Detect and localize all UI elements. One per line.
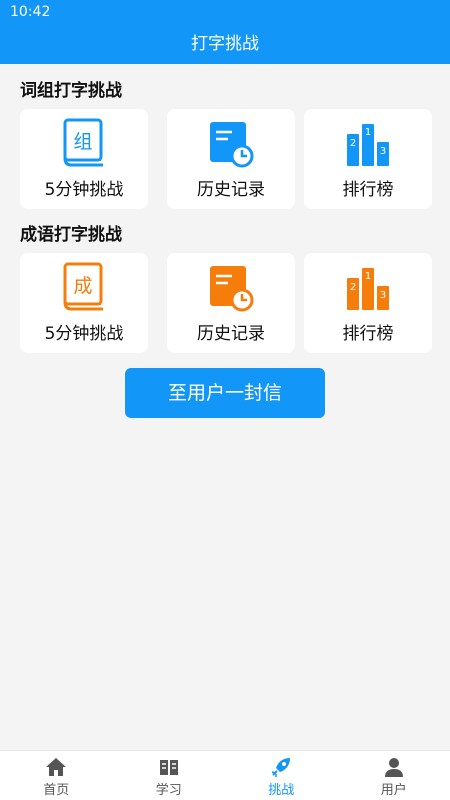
svg-text:2: 2 xyxy=(350,282,356,293)
book-icon: 成 xyxy=(61,262,107,312)
svg-text:3: 3 xyxy=(380,146,386,157)
user-icon xyxy=(383,756,405,778)
tile-label: 历史记录 xyxy=(197,180,265,200)
status-time: 10:42 xyxy=(10,4,51,20)
history-icon xyxy=(208,262,254,312)
book-icon: 组 xyxy=(61,118,107,168)
section-title-idiom: 成语打字挑战 xyxy=(20,225,122,245)
phrase-5min-challenge-tile[interactable]: 组 5分钟挑战 xyxy=(20,109,148,209)
section-title-phrase: 词组打字挑战 xyxy=(20,81,122,101)
svg-text:1: 1 xyxy=(365,271,371,282)
tile-label: 5分钟挑战 xyxy=(44,324,124,344)
nav-item-user[interactable]: 用户 xyxy=(338,751,450,800)
nav-label: 首页 xyxy=(43,783,70,798)
history-icon xyxy=(208,118,254,168)
tile-label: 排行榜 xyxy=(342,324,394,344)
status-bar: 10:42 xyxy=(0,0,450,24)
bottom-nav: 首页 学习 挑战 用户 xyxy=(0,750,450,800)
open-book-icon xyxy=(158,756,180,778)
nav-label: 学习 xyxy=(155,783,182,798)
idiom-history-tile[interactable]: 历史记录 xyxy=(167,253,295,353)
app-bar: 打字挑战 xyxy=(0,24,450,64)
nav-item-study[interactable]: 学习 xyxy=(113,751,226,800)
book-char: 组 xyxy=(73,131,92,153)
svg-text:1: 1 xyxy=(365,127,371,138)
svg-text:3: 3 xyxy=(380,290,386,301)
home-icon xyxy=(45,756,67,778)
phrase-history-tile[interactable]: 历史记录 xyxy=(167,109,295,209)
rocket-icon xyxy=(270,756,292,778)
tile-label: 5分钟挑战 xyxy=(44,180,124,200)
nav-item-home[interactable]: 首页 xyxy=(0,751,113,800)
idiom-5min-challenge-tile[interactable]: 成 5分钟挑战 xyxy=(20,253,148,353)
page-title: 打字挑战 xyxy=(191,34,259,54)
tile-label: 排行榜 xyxy=(342,180,394,200)
book-char: 成 xyxy=(73,275,92,297)
phrase-leaderboard-tile[interactable]: 2 1 3 排行榜 xyxy=(304,109,432,209)
nav-label: 用户 xyxy=(380,783,407,798)
svg-text:2: 2 xyxy=(350,138,356,149)
letter-to-user-button[interactable]: 至用户一封信 xyxy=(125,368,325,418)
podium-icon: 2 1 3 xyxy=(345,262,391,312)
nav-item-challenge[interactable]: 挑战 xyxy=(225,751,338,800)
nav-label: 挑战 xyxy=(268,783,295,798)
podium-icon: 2 1 3 xyxy=(345,118,391,168)
tile-label: 历史记录 xyxy=(197,324,265,344)
idiom-leaderboard-tile[interactable]: 2 1 3 排行榜 xyxy=(304,253,432,353)
